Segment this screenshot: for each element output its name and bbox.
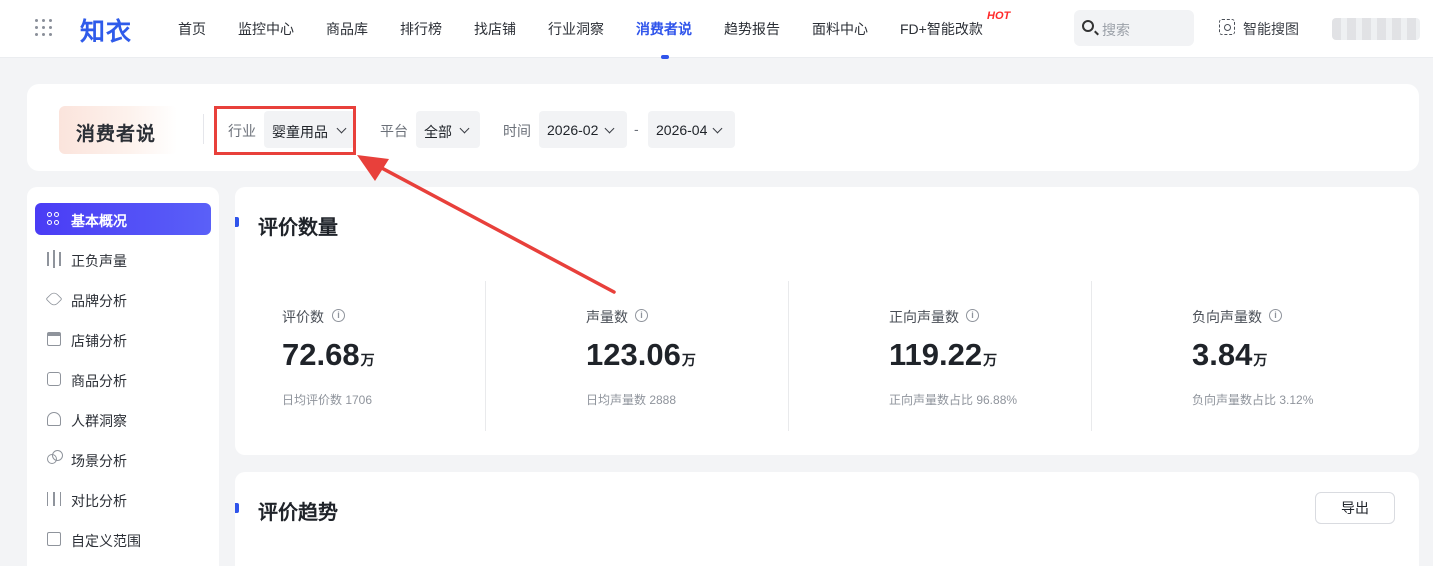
compare-icon [47,492,61,506]
soundwave-icon [47,250,61,268]
stat-label: 评价数 [282,309,324,325]
stat-subtext: 日均评价数 1706 [282,393,373,407]
nav-trend-report[interactable]: 趋势报告 [724,19,780,39]
platform-select[interactable]: 全部 [416,111,480,148]
section-title: 评价数量 [258,217,338,239]
stat-value: 123.06万 [586,337,696,372]
annotation-highlight-box [214,106,356,155]
section-marker [235,217,239,227]
nav-fabric-center[interactable]: 面料中心 [812,19,868,39]
divider [203,114,204,144]
stat-subtext: 负向声量数占比 3.12% [1192,393,1314,407]
stat-subtext: 正向声量数占比 96.88% [889,393,1018,407]
info-icon[interactable]: i [332,309,345,322]
image-search-label: 智能搜图 [1243,21,1299,37]
nav-monitor[interactable]: 监控中心 [238,19,294,39]
nav-industry-insight[interactable]: 行业洞察 [548,19,604,39]
sidebar-item-label: 品牌分析 [71,293,127,309]
sidebar-item-label: 店铺分析 [71,333,127,349]
sidebar-item-label: 自定义范围 [71,533,141,549]
app-grid-icon[interactable] [35,19,53,37]
sidebar-item-overview[interactable]: 基本概况 [35,203,211,235]
stat-label: 负向声量数 [1192,309,1262,325]
stat-value: 72.68万 [282,337,375,372]
tag-icon [45,290,63,308]
time-start-value: 2026-02 [547,122,599,138]
stat-positive-volume: 正向声量数 i 119.22万 正向声量数占比 96.88% [788,281,1091,431]
review-count-card: 评价数量 评价数 i 72.68万 日均评价数 1706 声量数 i 123.0… [235,187,1419,455]
hot-badge: HOT [987,10,1011,22]
scene-icon [47,450,63,464]
sidebar-item-label: 人群洞察 [71,413,127,429]
nav-rankings[interactable]: 排行榜 [400,19,442,39]
export-button[interactable]: 导出 [1315,492,1395,524]
sidebar-item-store-analysis[interactable]: 店铺分析 [35,323,211,355]
section-marker [235,503,239,513]
sidebar-item-custom-range[interactable]: 自定义范围 [35,523,211,555]
platform-value: 全部 [424,124,452,140]
time-label: 时间 [503,123,531,139]
nav-consumer-voice[interactable]: 消费者说 [636,19,692,39]
chevron-down-icon [459,123,470,134]
section-title: 评价趋势 [258,502,338,524]
search-icon [1082,20,1094,32]
review-trend-card: 评价趋势 导出 [235,472,1419,566]
nav-fd-smart-redesign[interactable]: FD+智能改款 [900,19,983,39]
sidebar-item-label: 正负声量 [71,253,127,269]
custom-range-icon [47,532,61,546]
stat-negative-volume: 负向声量数 i 3.84万 负向声量数占比 3.12% [1091,281,1394,431]
time-start-select[interactable]: 2026-02 [539,111,627,148]
sidebar-item-sentiment-volume[interactable]: 正负声量 [35,243,211,275]
page-title-badge: 消费者说 [59,106,177,154]
user-avatar[interactable] [1332,18,1420,40]
stat-label: 声量数 [586,309,628,325]
chevron-down-icon [604,123,615,134]
sidebar-item-brand-analysis[interactable]: 品牌分析 [35,283,211,315]
sidebar-item-label: 商品分析 [71,373,127,389]
sidebar-item-audience-insight[interactable]: 人群洞察 [35,403,211,435]
info-icon[interactable]: i [1269,309,1282,322]
sidebar-item-product-analysis[interactable]: 商品分析 [35,363,211,395]
store-icon [47,332,61,346]
info-icon[interactable]: i [635,309,648,322]
sidebar-item-label: 基本概况 [71,213,127,229]
info-icon[interactable]: i [966,309,979,322]
search-box[interactable]: 搜索 [1074,10,1194,46]
page-title: 消费者说 [76,124,157,145]
sidebar-item-compare-analysis[interactable]: 对比分析 [35,483,211,515]
time-range-separator: - [634,121,639,137]
stat-value: 3.84万 [1192,337,1268,372]
logo[interactable]: 知衣 [80,12,132,48]
stat-value: 119.22万 [889,337,998,372]
product-icon [47,372,61,386]
stat-volume-count: 声量数 i 123.06万 日均声量数 2888 [485,281,788,431]
sidebar-item-label: 对比分析 [71,493,127,509]
time-end-select[interactable]: 2026-04 [648,111,735,148]
sidebar-item-label: 场景分析 [71,453,127,469]
time-end-value: 2026-04 [656,122,708,138]
nav-find-store[interactable]: 找店铺 [474,19,516,39]
sidebar-item-scene-analysis[interactable]: 场景分析 [35,443,211,475]
camera-scan-icon [1219,19,1235,35]
stat-subtext: 日均声量数 2888 [586,393,677,407]
people-icon [47,412,61,426]
nav-home[interactable]: 首页 [178,19,206,39]
platform-label: 平台 [380,123,408,139]
search-placeholder: 搜索 [1102,22,1130,38]
nav-products[interactable]: 商品库 [326,19,368,39]
stat-label: 正向声量数 [889,309,959,325]
chevron-down-icon [712,123,723,134]
sidebar: 基本概况 正负声量 品牌分析 店铺分析 商品分析 人群洞察 场景分析 对比分析 … [27,187,219,566]
grid-icon [47,212,61,226]
active-nav-indicator [661,55,669,59]
top-nav: 知衣 首页 监控中心 商品库 排行榜 找店铺 行业洞察 消费者说 趋势报告 面料… [0,0,1433,59]
